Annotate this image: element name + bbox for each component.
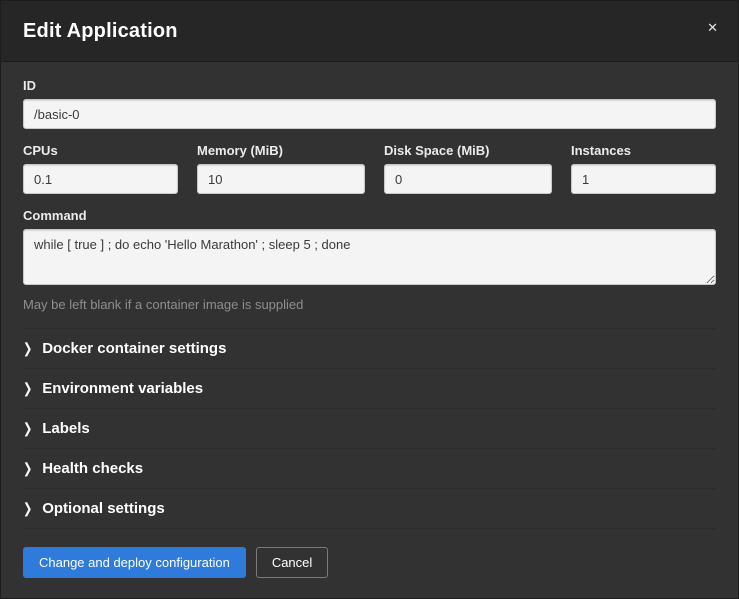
- command-field-group: Command while [ true ] ; do echo 'Hello …: [23, 208, 716, 312]
- section-environment-variables[interactable]: ❯ Environment variables: [23, 368, 716, 408]
- instances-label: Instances: [571, 143, 716, 158]
- chevron-right-icon: ❯: [23, 460, 32, 476]
- memory-field-group: Memory (MiB): [197, 143, 365, 194]
- id-input[interactable]: [23, 99, 716, 129]
- section-label: Labels: [42, 420, 90, 437]
- memory-label: Memory (MiB): [197, 143, 365, 158]
- command-textarea[interactable]: while [ true ] ; do echo 'Hello Marathon…: [23, 229, 716, 285]
- disk-field-group: Disk Space (MiB): [384, 143, 552, 194]
- memory-input[interactable]: [197, 164, 365, 194]
- section-optional-settings[interactable]: ❯ Optional settings: [23, 488, 716, 529]
- id-field-group: ID: [23, 78, 716, 129]
- resources-row: CPUs Memory (MiB) Disk Space (MiB) Insta…: [23, 143, 716, 194]
- chevron-right-icon: ❯: [23, 420, 32, 436]
- collapsible-sections: ❯ Docker container settings ❯ Environmen…: [23, 328, 716, 529]
- cpus-label: CPUs: [23, 143, 178, 158]
- modal-body: ID CPUs Memory (MiB) Disk Space (MiB) In…: [1, 62, 738, 535]
- section-label: Health checks: [42, 460, 143, 477]
- id-label: ID: [23, 78, 716, 93]
- close-icon: ✕: [707, 20, 718, 35]
- edit-application-modal: Edit Application ✕ ID CPUs Memory (MiB) …: [0, 0, 739, 599]
- section-docker-container-settings[interactable]: ❯ Docker container settings: [23, 328, 716, 368]
- deploy-button[interactable]: Change and deploy configuration: [23, 547, 246, 578]
- instances-input[interactable]: [571, 164, 716, 194]
- cpus-field-group: CPUs: [23, 143, 178, 194]
- disk-label: Disk Space (MiB): [384, 143, 552, 158]
- section-label: Environment variables: [42, 380, 203, 397]
- section-label: Docker container settings: [42, 340, 226, 357]
- section-health-checks[interactable]: ❯ Health checks: [23, 448, 716, 488]
- chevron-right-icon: ❯: [23, 500, 32, 516]
- close-button[interactable]: ✕: [703, 17, 722, 38]
- section-label: Optional settings: [42, 500, 165, 517]
- command-help-text: May be left blank if a container image i…: [23, 297, 716, 312]
- modal-header: Edit Application ✕: [1, 1, 738, 62]
- chevron-right-icon: ❯: [23, 340, 32, 356]
- modal-title: Edit Application: [23, 20, 716, 43]
- chevron-right-icon: ❯: [23, 380, 32, 396]
- instances-field-group: Instances: [571, 143, 716, 194]
- disk-input[interactable]: [384, 164, 552, 194]
- cpus-input[interactable]: [23, 164, 178, 194]
- section-labels[interactable]: ❯ Labels: [23, 408, 716, 448]
- cancel-button[interactable]: Cancel: [256, 547, 328, 578]
- command-label: Command: [23, 208, 716, 223]
- modal-footer: Change and deploy configuration Cancel: [1, 535, 738, 598]
